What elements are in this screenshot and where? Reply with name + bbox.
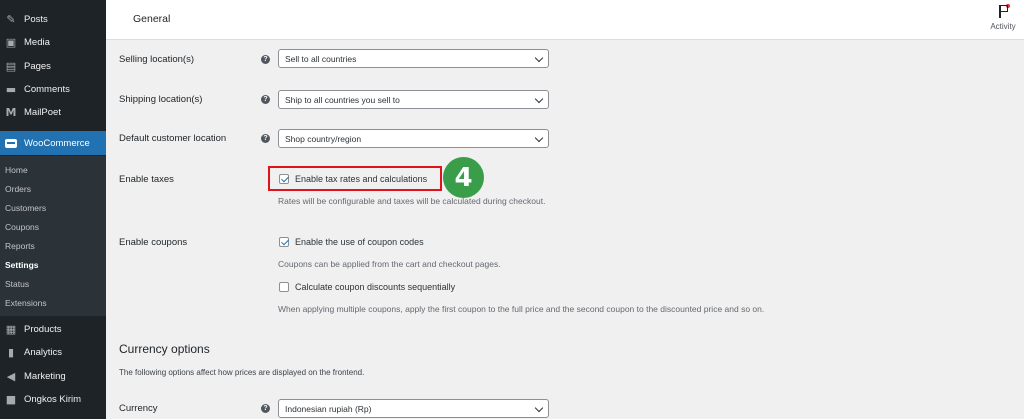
page-title: General [133,13,171,25]
sidebar-item-pages[interactable]: ▤ Pages [0,55,106,77]
sidebar-item-label: Media [24,36,50,48]
chevron-down-icon [534,403,544,413]
activity-button[interactable]: Activity [986,4,1020,31]
sidebar-item-label: WooCommerce [24,137,90,149]
sequential-coupons-checkbox[interactable] [279,282,289,292]
submenu-item-home[interactable]: Home [5,165,28,175]
sidebar-item-label: Pages [24,60,51,72]
enable-coupons-label: Enable coupons [119,237,188,248]
analytics-icon: ▮ [7,345,15,359]
comments-icon: ▬ [5,82,17,96]
enable-taxes-label: Enable taxes [119,174,174,185]
sidebar-item-woocommerce[interactable]: WooCommerce [0,131,106,155]
submenu-item-orders[interactable]: Orders [5,184,31,194]
truck-icon: ■ [5,392,17,406]
chevron-down-icon [534,94,544,104]
sidebar-item-label: Comments [24,83,70,95]
enable-coupons-checkbox[interactable] [279,237,289,247]
admin-sidebar: ✎ Posts ▣ Media ▤ Pages ▬ Comments M Mai… [0,0,106,419]
enable-taxes-description: Rates will be configurable and taxes wil… [278,196,546,206]
select-value: Indonesian rupiah (Rp) [285,403,372,414]
currency-select[interactable]: Indonesian rupiah (Rp) [278,399,549,418]
sidebar-item-analytics[interactable]: ▮ Analytics [0,341,106,363]
currency-options-description: The following options affect how prices … [119,368,365,377]
sidebar-item-label: MailPoet [24,106,61,118]
enable-taxes-checkbox[interactable] [279,174,289,184]
shipping-location-select[interactable]: Ship to all countries you sell to [278,90,549,109]
enable-taxes-checkbox-label[interactable]: Enable tax rates and calculations [295,174,427,184]
chevron-down-icon [534,133,544,143]
submenu-item-extensions[interactable]: Extensions [5,298,47,308]
pages-icon: ▤ [5,59,17,73]
sidebar-item-mailpoet[interactable]: M MailPoet [0,101,106,123]
currency-options-heading: Currency options [119,342,210,356]
woocommerce-submenu: Home Orders Customers Coupons Reports Se… [0,156,106,316]
help-icon[interactable]: ? [261,134,270,143]
mailpoet-icon: M [5,105,17,119]
selling-location-select[interactable]: Sell to all countries [278,49,549,68]
step-number-badge: 4 [443,157,484,198]
submenu-item-customers[interactable]: Customers [5,203,46,213]
default-customer-location-select[interactable]: Shop country/region [278,129,549,148]
sidebar-item-products[interactable]: ▦ Products [0,318,106,340]
enable-coupons-description: Coupons can be applied from the cart and… [278,259,501,269]
help-icon[interactable]: ? [261,404,270,413]
help-icon[interactable]: ? [261,55,270,64]
shipping-location-label: Shipping location(s) [119,94,203,105]
sidebar-item-label: Analytics [24,346,63,358]
pin-icon: ✎ [6,12,16,26]
selling-location-label: Selling location(s) [119,54,194,65]
media-icon: ▣ [5,35,17,49]
select-value: Sell to all countries [285,53,357,64]
select-value: Ship to all countries you sell to [285,94,400,105]
marketing-icon: ◀ [6,369,16,383]
sidebar-item-label: Products [24,323,62,335]
sequential-coupons-description: When applying multiple coupons, apply th… [278,304,765,314]
default-customer-location-label: Default customer location [119,133,227,144]
top-header-bar: General Activity [106,0,1024,40]
sidebar-item-label: Ongkos Kirim [24,393,82,405]
sidebar-item-label: Posts [24,13,48,25]
submenu-item-settings[interactable]: Settings [5,260,39,270]
sidebar-item-comments[interactable]: ▬ Comments [0,78,106,100]
flag-icon [996,4,1010,20]
sidebar-item-label: Marketing [24,370,66,382]
sequential-coupons-checkbox-label[interactable]: Calculate coupon discounts sequentially [295,282,455,292]
currency-label: Currency [119,403,158,414]
sidebar-item-ongkos-kirim[interactable]: ■ Ongkos Kirim [0,388,106,410]
enable-coupons-checkbox-label[interactable]: Enable the use of coupon codes [295,237,424,247]
help-icon[interactable]: ? [261,95,270,104]
sidebar-item-media[interactable]: ▣ Media [0,31,106,53]
submenu-item-reports[interactable]: Reports [5,241,35,251]
activity-label: Activity [990,22,1016,31]
woo-icon [4,136,18,150]
sidebar-item-marketing[interactable]: ◀ Marketing [0,365,106,387]
select-value: Shop country/region [285,133,362,144]
submenu-item-status[interactable]: Status [5,279,29,289]
chevron-down-icon [534,53,544,63]
products-icon: ▦ [5,322,17,336]
submenu-item-coupons[interactable]: Coupons [5,222,39,232]
sidebar-item-posts[interactable]: ✎ Posts [0,8,106,30]
